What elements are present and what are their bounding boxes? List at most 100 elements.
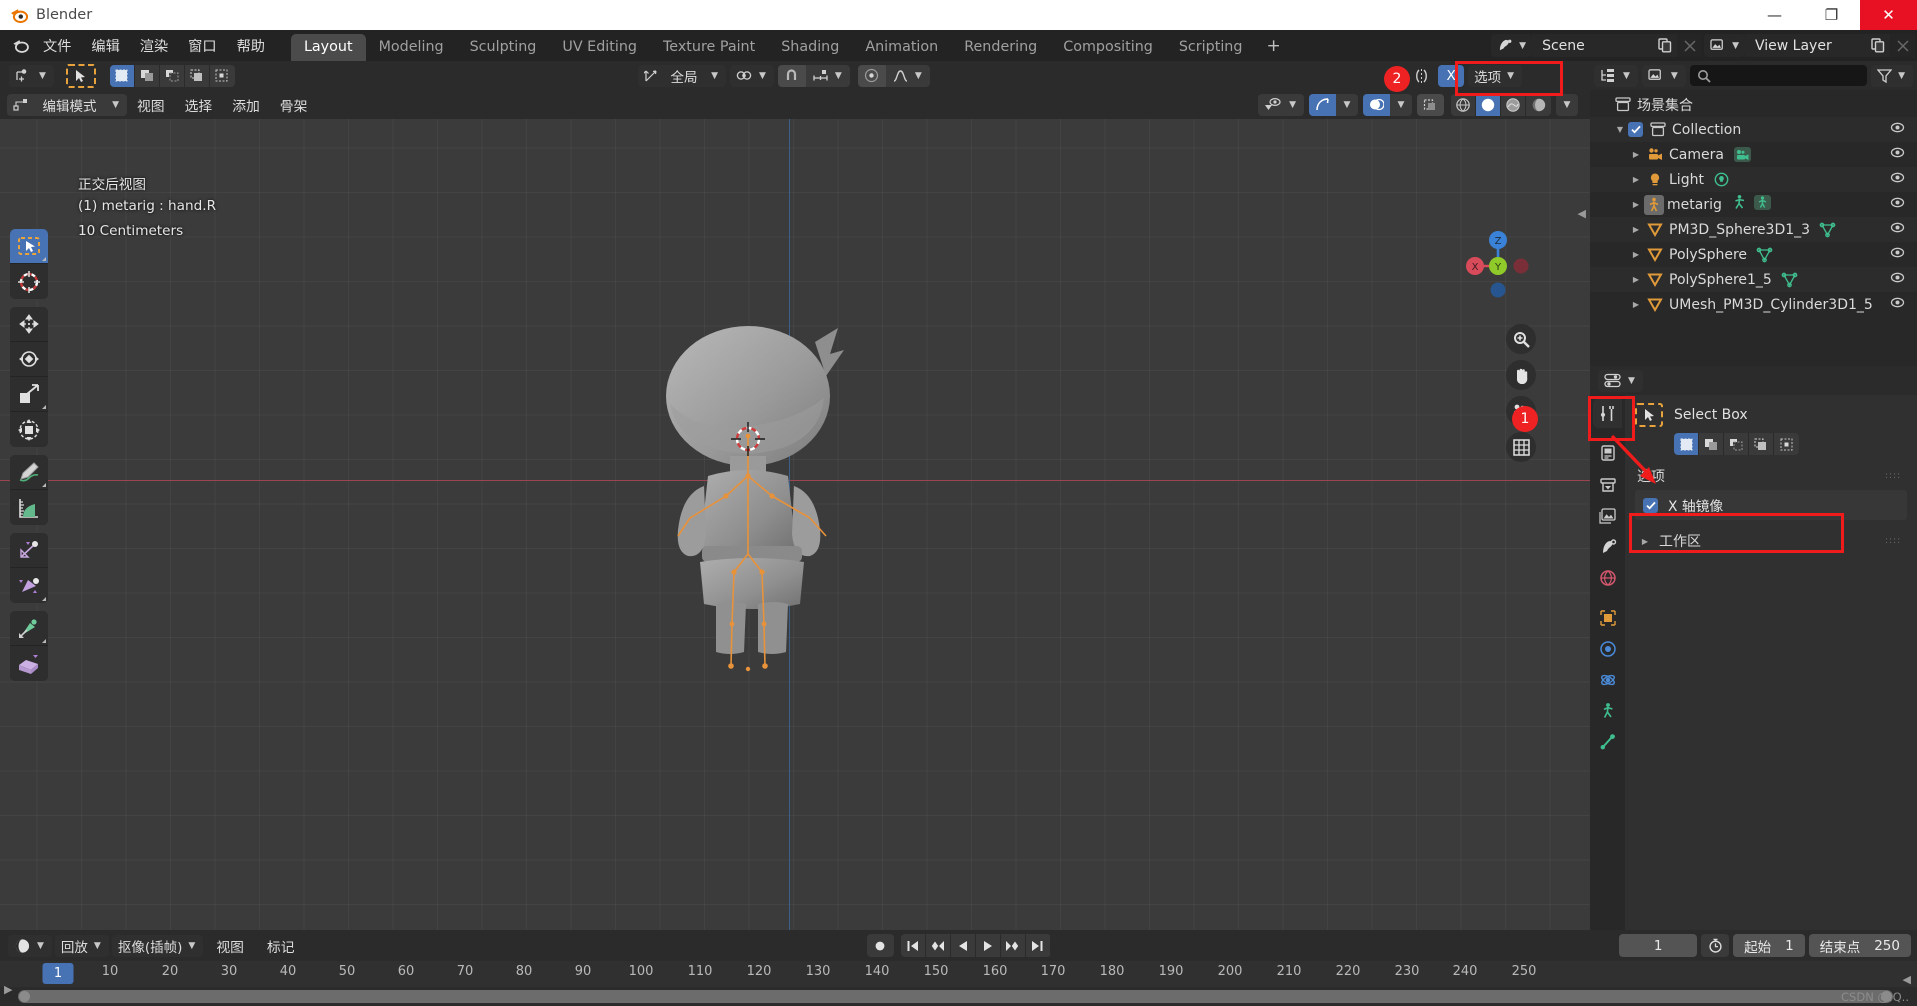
properties-tab-constraints[interactable] [1593,696,1622,725]
tool-extrude-bone[interactable] [10,611,48,646]
active-tool-indicator[interactable] [65,63,96,88]
viewport-options-dropdown[interactable]: 选项 ▼ [1468,64,1522,87]
pivot-point-dropdown[interactable]: ▼ [730,64,774,87]
tool-mode-subtract[interactable] [1724,433,1749,455]
play-icon[interactable] [975,934,1001,957]
properties-tab-bone[interactable] [1593,727,1622,756]
snapping-group[interactable]: ▼ [777,64,850,87]
properties-tab-physics[interactable] [1593,665,1622,694]
workspace-tab-layout[interactable]: Layout [290,34,366,61]
scene-name-field[interactable]: Scene [1532,34,1653,57]
tool-move[interactable] [10,307,48,342]
tool-measure[interactable] [10,490,48,525]
mirror-x-toggle[interactable]: X [1438,64,1465,87]
pan-hand-icon[interactable] [1506,360,1536,390]
gizmo-group[interactable]: ▼ [1309,93,1358,116]
select-mode-intersect[interactable] [209,64,235,87]
expand-triangle-icon[interactable]: ▶ [1628,150,1644,159]
eye-icon[interactable] [1890,121,1905,138]
expand-triangle-icon[interactable]: ▶ [1628,200,1644,209]
tool-mode-extend[interactable] [1699,433,1724,455]
overlays-dropdown[interactable]: ▼ [1390,93,1412,116]
workspace-tab-animation[interactable]: Animation [852,34,951,61]
minimize-button[interactable]: — [1746,0,1803,30]
tool-extrude-region[interactable] [10,646,48,681]
outliner-row-metarig[interactable]: ▶ metarig [1590,192,1917,217]
3d-viewport[interactable]: ▼ 全局 ▼ ▼ ▼ ▼ X 选项 ▼ 编辑模式 ▼ 视图 选择 添加 骨架 ▼… [0,61,1590,930]
tool-select-box[interactable] [10,229,48,264]
menu-file[interactable]: 文件 [34,33,80,59]
add-workspace-button[interactable]: + [1255,34,1291,61]
eye-icon[interactable] [1890,296,1905,313]
tool-scale[interactable] [10,377,48,412]
timeline-playhead[interactable]: 1 [42,963,74,984]
new-scene-button[interactable] [1652,34,1678,57]
scene-selector[interactable]: ▼ Scene [1491,34,1703,57]
viewport-menu-add[interactable]: 添加 [222,92,270,118]
timeline-menu-keying[interactable]: 抠像(插帧) ▼ [111,934,204,957]
eye-icon[interactable] [1890,171,1905,188]
outliner-row-umesh-pm3d-cylinder3d1-5[interactable]: ▶ UMesh_PM3D_Cylinder3D1_5 [1590,292,1917,317]
transform-orientation-dropdown[interactable]: 全局 ▼ [638,64,726,87]
outliner-editor[interactable]: ▼ ▼ ▼ 场景集合 ▼ Collection ▶ Camera ▶ Light… [1590,61,1917,366]
workspace-tab-sculpting[interactable]: Sculpting [457,34,550,61]
tool-mode-intersect[interactable] [1774,433,1799,455]
record-icon[interactable] [866,934,894,957]
outliner-display-mode-dropdown[interactable]: ▼ [1594,64,1638,87]
jump-to-start-icon[interactable] [900,934,926,957]
stopwatch-icon[interactable] [1701,934,1730,957]
falloff-type-dropdown[interactable]: ▼ [885,64,930,87]
menu-window[interactable]: 窗口 [179,33,225,59]
expand-triangle-icon[interactable]: ▶ [1628,175,1644,184]
tool-select-mode-segment[interactable] [1674,433,1799,455]
menu-help[interactable]: 帮助 [228,33,274,59]
play-reverse-icon[interactable] [950,934,976,957]
expand-triangle-icon[interactable]: ▶ [1628,225,1644,234]
snap-toggle-button[interactable] [777,64,806,87]
properties-tab-view-layer[interactable] [1593,501,1622,530]
select-mode-new[interactable] [109,64,135,87]
shading-dropdown[interactable]: ▼ [1556,93,1578,116]
zoom-icon[interactable] [1506,324,1536,354]
prev-keyframe-icon[interactable] [925,934,951,957]
scene-browse-dropdown[interactable]: ▼ [1491,34,1533,57]
outliner-search-input[interactable] [1689,65,1868,86]
gizmo-dropdown[interactable]: ▼ [1336,93,1358,116]
shading-mode-segment[interactable] [1451,93,1551,116]
workspace-tab-scripting[interactable]: Scripting [1166,34,1256,61]
overlays-group[interactable]: ▼ [1363,93,1412,116]
panel-drag-dots-icon[interactable]: :::: [1885,537,1900,546]
outliner-row-camera[interactable]: ▶ Camera [1590,142,1917,167]
tool-annotate[interactable] [10,455,48,490]
collection-checkbox[interactable] [1628,122,1643,137]
blender-menu-logo-icon[interactable] [7,34,33,58]
timeline-editor[interactable]: ▼ 回放 ▼ 抠像(插帧) ▼ 视图 标记 1 起始 1 结束点 250 1 1… [0,930,1917,1006]
new-view-layer-button[interactable] [1865,34,1890,57]
unlink-scene-button[interactable] [1677,34,1703,57]
expand-triangle-icon[interactable]: ▶ [1628,300,1644,309]
interaction-mode-dropdown[interactable]: 编辑模式 ▼ [7,93,127,116]
timeline-menu-playback[interactable]: 回放 ▼ [54,934,109,957]
proportional-edit-toggle[interactable] [857,64,886,87]
workspace-tab-rendering[interactable]: Rendering [951,34,1050,61]
viewport-canvas[interactable]: 正交后视图 (1) metarig : hand.R 10 Centimeter… [0,119,1590,930]
timeline-horizontal-scrollbar[interactable] [18,990,1893,1003]
tool-bone-roll[interactable] [10,533,48,568]
properties-editor-type-dropdown[interactable]: ▼ [1598,369,1643,392]
properties-tab-tool[interactable] [1593,399,1622,428]
properties-tab-scene[interactable] [1593,532,1622,561]
object-visibility-dropdown[interactable]: ▼ [1258,93,1304,116]
navigation-gizmo[interactable]: Z X Y [1456,224,1540,308]
select-box-tool-icon[interactable] [1635,403,1663,427]
tool-bone-size[interactable] [10,568,48,603]
shading-wireframe[interactable] [1451,93,1476,116]
eye-icon[interactable] [1890,146,1905,163]
workspace-panel-header[interactable]: ▶ 工作区 :::: [1637,531,1907,551]
toggle-xray-button[interactable] [1417,93,1444,116]
close-button[interactable]: ✕ [1860,0,1917,30]
select-mode-difference[interactable] [184,64,210,87]
tool-mode-difference[interactable] [1749,433,1774,455]
viewport-menu-armature[interactable]: 骨架 [270,92,318,118]
end-frame-field[interactable]: 结束点 250 [1808,934,1911,957]
view-layer-name-field[interactable]: View Layer [1745,34,1865,57]
